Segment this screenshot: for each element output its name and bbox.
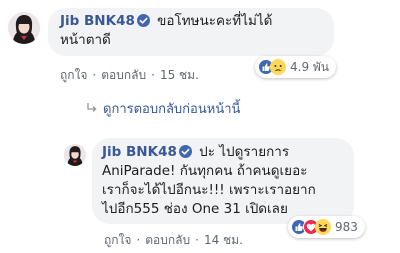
author-name[interactable]: Jib BNK48 xyxy=(60,13,135,29)
like-link[interactable]: ถูกใจ xyxy=(104,233,131,247)
comment-text: เราก็จะได้ไปอีกนะ!!! เพราะเราอยาก xyxy=(102,182,316,198)
comment-bubble: Jib BNK48 ปะ ไปดูรายการ AniParade! กันทุ… xyxy=(92,138,354,224)
reaction-count: 983 xyxy=(335,220,358,234)
haha-icon xyxy=(314,218,331,235)
like-link[interactable]: ถูกใจ xyxy=(60,68,87,82)
comment-actions: ถูกใจ · ตอบกลับ · 15 ชม. xyxy=(60,66,199,85)
separator: · xyxy=(136,233,141,247)
comment-text: หน้าตาดี xyxy=(60,32,111,48)
verified-badge-icon xyxy=(136,14,150,27)
comment-text: ปะ ไปดูรายการ xyxy=(199,144,290,160)
separator: · xyxy=(92,68,97,82)
comment-line: Jib BNK48 ขอโทษนะคะที่ไม่ได้ xyxy=(60,12,322,31)
reply-link[interactable]: ตอบกลับ xyxy=(101,68,146,82)
view-previous-replies-label: ดูการตอบกลับก่อนหน้านี้ xyxy=(103,102,241,117)
comment-bubble: Jib BNK48 ขอโทษนะคะที่ไม่ได้ หน้าตาดี xyxy=(48,8,334,56)
comment-text: AniParade! กันทุกคน ถ้าคนดูเยอะ xyxy=(102,163,308,179)
reply-arrow-icon xyxy=(86,102,98,114)
separator: · xyxy=(151,68,155,82)
avatar[interactable] xyxy=(64,144,86,166)
separator: · xyxy=(195,233,199,247)
reply-link[interactable]: ตอบกลับ xyxy=(145,233,190,247)
comment-actions: ถูกใจ · ตอบกลับ · 14 ชม. xyxy=(104,231,243,250)
avatar[interactable] xyxy=(8,12,40,44)
comment-line: Jib BNK48 ปะ ไปดูรายการ xyxy=(102,143,344,162)
reaction-summary[interactable]: 983 xyxy=(288,216,365,238)
view-previous-replies-link[interactable]: ดูการตอบกลับก่อนหน้านี้ xyxy=(86,98,240,119)
reaction-count: 4.9 พัน xyxy=(290,59,330,74)
author-name[interactable]: Jib BNK48 xyxy=(102,144,177,160)
timestamp[interactable]: 15 ชม. xyxy=(160,68,199,82)
timestamp[interactable]: 14 ชม. xyxy=(204,233,243,247)
reaction-summary[interactable]: 4.9 พัน xyxy=(255,56,337,78)
comment-text: ขอโทษนะคะที่ไม่ได้ xyxy=(157,13,273,29)
verified-badge-icon xyxy=(178,145,192,158)
sad-icon xyxy=(269,58,286,75)
